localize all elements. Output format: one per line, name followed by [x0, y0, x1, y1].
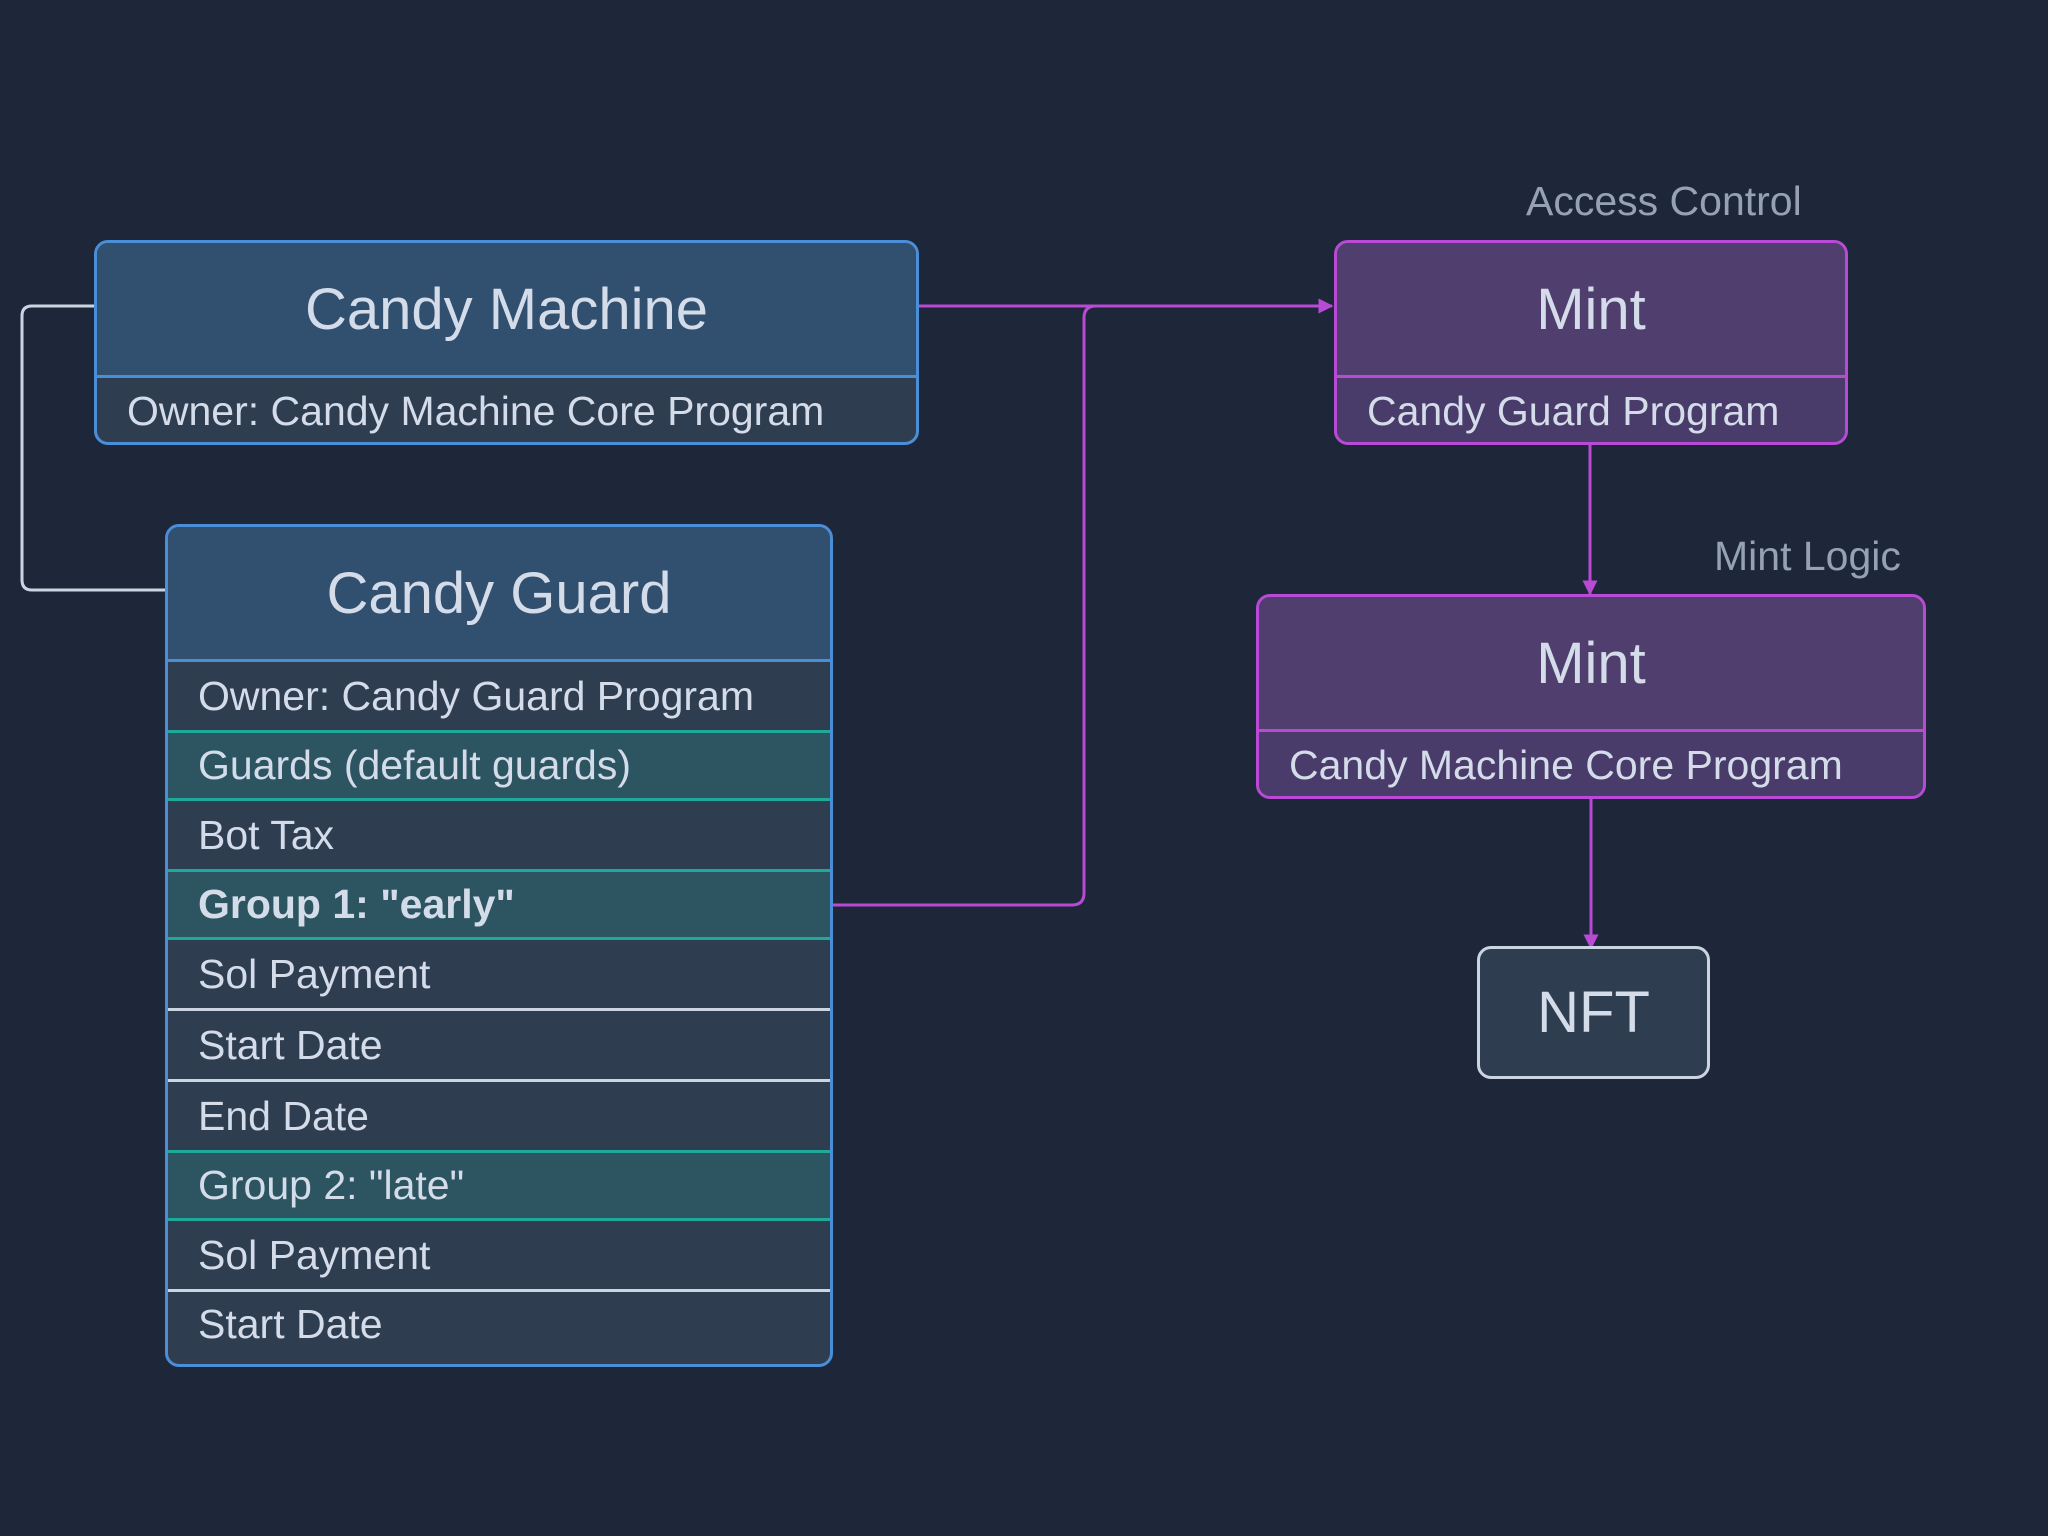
nft-label: NFT — [1537, 980, 1650, 1045]
access-control-mint-node: Mint Candy Guard Program — [1334, 240, 1848, 445]
candy-guard-title: Candy Guard — [168, 527, 830, 659]
access-control-mint-title: Mint — [1337, 243, 1845, 375]
start-date-row: Start Date — [168, 1289, 830, 1357]
group-early-row: Group 1: "early" — [168, 869, 830, 940]
access-control-program: Candy Guard Program — [1337, 375, 1845, 442]
nft-node: NFT — [1477, 946, 1710, 1079]
end-date-row: End Date — [168, 1079, 830, 1150]
start-date-row: Start Date — [168, 1008, 830, 1079]
mint-logic-caption: Mint Logic — [1714, 533, 1901, 579]
candy-machine-node: Candy Machine Owner: Candy Machine Core … — [94, 240, 919, 445]
group-late-row: Group 2: "late" — [168, 1150, 830, 1221]
mint-logic-mint-node: Mint Candy Machine Core Program — [1256, 594, 1926, 799]
candy-guard-owner-row: Owner: Candy Guard Program — [168, 659, 830, 730]
bot-tax-row: Bot Tax — [168, 798, 830, 869]
mint-logic-program: Candy Machine Core Program — [1259, 729, 1923, 796]
candy-guard-node: Candy Guard Owner: Candy Guard Program G… — [165, 524, 833, 1367]
candy-machine-owner: Owner: Candy Machine Core Program — [97, 375, 916, 442]
guards-default-row: Guards (default guards) — [168, 730, 830, 801]
access-control-caption: Access Control — [1526, 178, 1802, 224]
sol-payment-row: Sol Payment — [168, 1218, 830, 1289]
mint-logic-mint-title: Mint — [1259, 597, 1923, 729]
candy-machine-title: Candy Machine — [97, 243, 916, 375]
sol-payment-row: Sol Payment — [168, 937, 830, 1008]
